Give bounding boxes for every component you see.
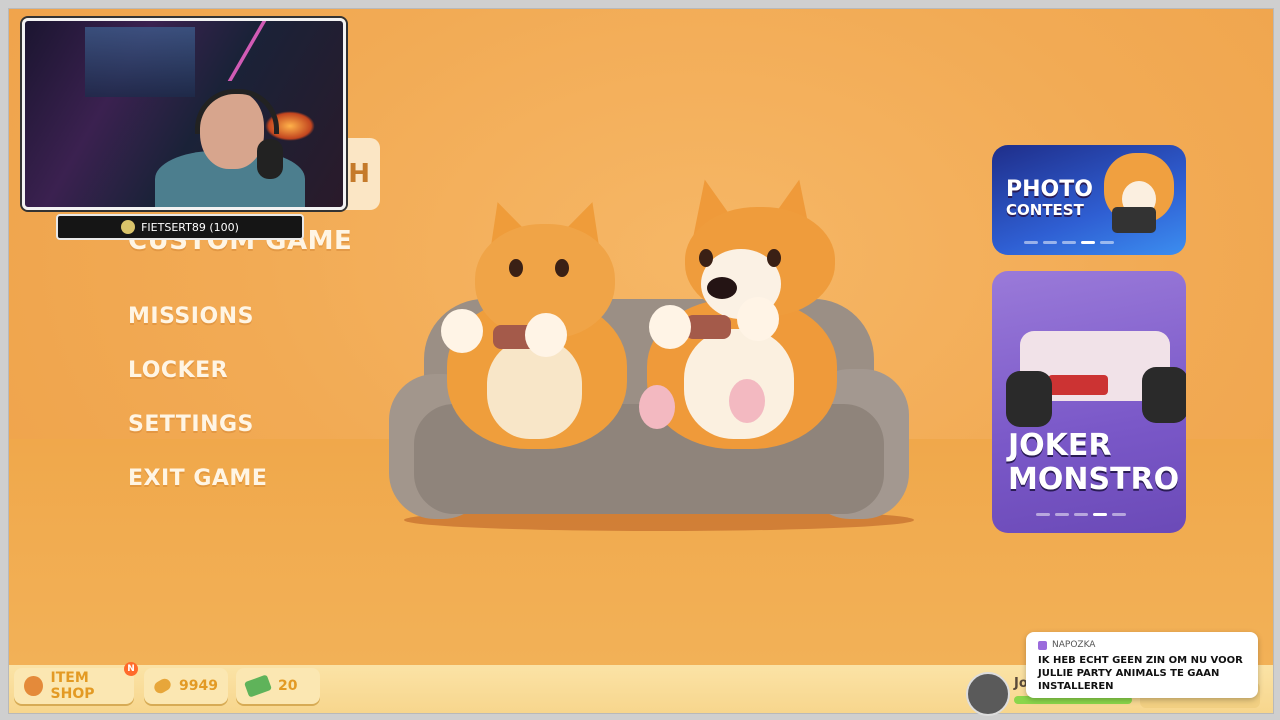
gamepad-icon (685, 315, 731, 339)
joker-title: JOKER (1008, 428, 1112, 463)
cash-icon (243, 674, 273, 698)
microphone-icon (257, 139, 283, 179)
cash-currency[interactable]: 20 (236, 668, 320, 704)
user-badge-icon (1038, 640, 1047, 650)
bones-currency[interactable]: 9949 (144, 668, 228, 704)
headset-icon (195, 89, 279, 134)
corgi-nose (707, 277, 737, 299)
tire (1142, 367, 1186, 423)
chat-message: IK HEB ECHT GEEN ZIN OM NU VOOR JULLIE P… (1038, 655, 1243, 692)
carousel-dot-active[interactable] (1093, 513, 1107, 516)
corgi-paw-right (737, 297, 779, 341)
carousel-dots (1036, 513, 1126, 516)
cat-paw-right (525, 313, 567, 357)
item-shop-button[interactable]: ITEM SHOP N (14, 662, 138, 704)
bone-icon (152, 676, 173, 696)
chat-username: NAPOZKA (1052, 640, 1096, 650)
photo-contest-title: PHOTO (1006, 177, 1093, 202)
photo-contest-card[interactable]: PHOTO CONTEST (992, 145, 1186, 255)
cash-amount: 20 (278, 678, 298, 694)
subscriber-alert: FIETSERT89 (100) (56, 214, 304, 240)
carousel-dot-active[interactable] (1081, 241, 1095, 244)
menu-exit-game[interactable]: EXIT GAME (128, 466, 267, 491)
corgi-eye-right (767, 249, 781, 267)
carousel-dot[interactable] (1036, 513, 1050, 516)
subscriber-text: FIETSERT89 (100) (141, 220, 239, 234)
carousel-dot[interactable] (1112, 513, 1126, 516)
item-shop-label: ITEM SHOP (50, 670, 95, 702)
shop-icon (24, 676, 43, 696)
carousel-dot[interactable] (1100, 241, 1114, 244)
menu-missions[interactable]: MISSIONS (128, 304, 254, 329)
carousel-dot[interactable] (1062, 241, 1076, 244)
camera-icon (1112, 207, 1156, 233)
avatar[interactable] (966, 672, 1010, 716)
webcam-overlay (22, 18, 346, 210)
carousel-dot[interactable] (1055, 513, 1069, 516)
corgi-paw-left (649, 305, 691, 349)
cat-eye-right (555, 259, 569, 277)
photo-contest-subtitle: CONTEST (1006, 201, 1084, 219)
menu-locker[interactable]: LOCKER (128, 358, 228, 383)
carousel-dot[interactable] (1074, 513, 1088, 516)
corgi-foot-right (729, 379, 765, 423)
menu-settings[interactable]: SETTINGS (128, 412, 254, 437)
cat-eye-left (509, 259, 523, 277)
truck-grill (1048, 375, 1108, 395)
carousel-dots (1024, 241, 1114, 244)
chat-message-overlay: NAPOZKA IK HEB ECHT GEEN ZIN OM NU VOOR … (1026, 632, 1258, 698)
tire (1006, 371, 1052, 427)
corgi-eye-left (699, 249, 713, 267)
carousel-dot[interactable] (1043, 241, 1057, 244)
menu-top-button-glyph: H (348, 159, 370, 189)
new-badge: N (124, 662, 138, 676)
chat-user: NAPOZKA (1038, 640, 1246, 650)
bones-amount: 9949 (179, 678, 218, 694)
cat-paw-left (441, 309, 483, 353)
joker-subtitle: MONSTRO (1008, 462, 1180, 497)
corgi-foot-left (639, 385, 675, 429)
coin-icon (121, 220, 136, 234)
carousel-dot[interactable] (1024, 241, 1038, 244)
joker-monstro-card[interactable]: JOKER MONSTRO (992, 271, 1186, 533)
